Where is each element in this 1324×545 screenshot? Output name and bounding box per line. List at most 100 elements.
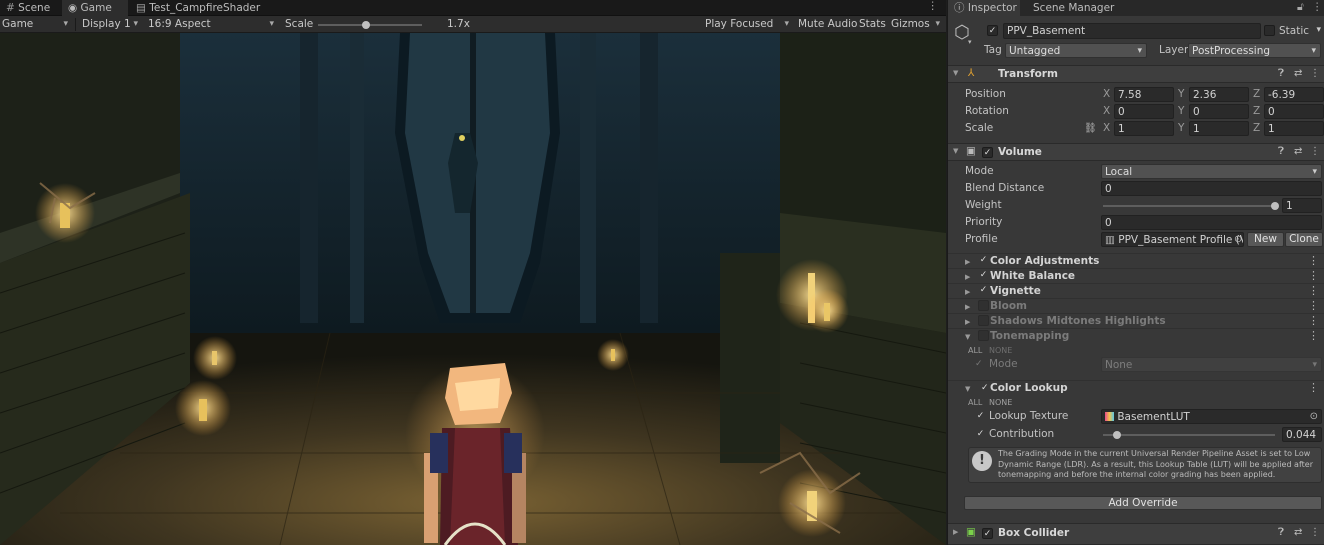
expand-arrow-icon[interactable]: ▼ [965,382,970,396]
override-item[interactable]: ▼ Tonemapping ⋮ [948,328,1324,343]
position-y-axis-label[interactable]: Y [1178,86,1184,103]
override-enabled-checkbox[interactable]: ✓ [978,285,989,296]
profile-object-field[interactable]: ▥ PPV_Basement Profile (V [1101,232,1244,247]
volume-header[interactable]: ▼ ▣ ✓ Volume ❓︎ ⇄ ⋮ [948,143,1324,161]
override-item[interactable]: ▶ Shadows Midtones Highlights ⋮ [948,313,1324,328]
preset-icon[interactable]: ⇄ [1294,527,1302,538]
volume-mode-dropdown[interactable]: Local [1101,164,1322,179]
override-item[interactable]: ▶ ✓ Vignette ⋮ [948,283,1324,298]
lookup-texture-field[interactable]: BasementLUT ⊙ [1101,409,1322,424]
tonemapping-mode-dropdown[interactable]: None ▾ [1101,357,1322,372]
override-menu-icon[interactable]: ⋮ [1308,284,1319,298]
color-lookup-enabled-check[interactable]: ✓ [981,381,989,395]
color-lookup-none-toggle[interactable]: NONE [989,398,1012,407]
rotation-x-field[interactable]: 0 [1114,104,1174,119]
tab-scene[interactable]: # Scene [0,0,56,16]
help-icon[interactable]: ❓︎ [1278,146,1284,157]
position-y-field[interactable]: 2.36 [1189,87,1249,102]
scale-x-field[interactable]: 1 [1114,121,1174,136]
add-override-button[interactable]: Add Override [964,496,1322,510]
scale-y-field[interactable]: 1 [1189,121,1249,136]
scale-z-axis-label[interactable]: Z [1253,120,1260,137]
preset-icon[interactable]: ⇄ [1294,146,1302,157]
override-item[interactable]: ▶ Bloom ⋮ [948,298,1324,313]
layer-dropdown[interactable]: PostProcessing [1188,43,1321,58]
override-enabled-checkbox[interactable] [978,300,989,311]
color-lookup-all-toggle[interactable]: ALL [968,398,982,407]
stats-button[interactable]: Stats [859,16,886,33]
collapse-arrow-icon[interactable]: ▶ [965,270,970,284]
tonemapping-all-toggle[interactable]: ALL [968,346,982,355]
contribution-slider-knob[interactable] [1112,431,1121,439]
rotation-z-axis-label[interactable]: Z [1253,103,1260,120]
new-profile-button[interactable]: New [1247,232,1284,247]
box-collider-enabled-checkbox[interactable]: ✓ [982,528,993,539]
collapse-arrow-icon[interactable]: ▼ [953,69,958,77]
component-menu-icon[interactable]: ⋮ [1310,146,1320,157]
box-collider-header[interactable]: ▶ ▣ ✓ Box Collider ❓︎ ⇄ ⋮ [948,523,1324,545]
help-icon[interactable]: ❓︎ [1278,527,1284,538]
gizmos-dropdown[interactable]: Gizmos [891,16,944,33]
contribution-field[interactable]: 0.044 [1282,427,1322,442]
priority-field[interactable]: 0 [1101,215,1322,230]
clone-profile-button[interactable]: Clone [1285,232,1323,247]
override-menu-icon[interactable]: ⋮ [1308,254,1319,268]
lock-icon[interactable]: 🔓︎ [1297,1,1304,14]
override-menu-icon[interactable]: ⋮ [1308,269,1319,283]
game-render-view[interactable] [0,33,946,545]
blend-distance-field[interactable]: 0 [1101,181,1322,196]
static-dropdown[interactable] [1315,25,1324,38]
collapse-arrow-icon[interactable]: ▶ [965,255,970,269]
collapse-arrow-icon[interactable]: ▶ [965,315,970,329]
weight-slider-knob[interactable] [1271,202,1279,210]
game-mode-dropdown[interactable]: Game [2,16,72,33]
contribution-override-check[interactable]: ✓ [975,429,986,440]
more-options-icon[interactable]: ⋮ [1312,1,1323,13]
scale-slider-knob[interactable] [361,21,370,29]
override-item[interactable]: ▶ ✓ White Balance ⋮ [948,268,1324,283]
object-picker-icon[interactable]: ⊙ [1310,410,1318,423]
expand-arrow-icon[interactable]: ▼ [965,330,970,344]
rotation-x-axis-label[interactable]: X [1103,103,1110,120]
rotation-y-field[interactable]: 0 [1189,104,1249,119]
transform-header[interactable]: ▼ ⅄ Transform ❓︎ ⇄ ⋮ [948,65,1324,83]
collapse-arrow-icon[interactable]: ▶ [953,528,958,536]
aspect-dropdown[interactable]: 16:9 Aspect [148,16,278,33]
position-x-field[interactable]: 7.58 [1114,87,1174,102]
position-z-axis-label[interactable]: Z [1253,86,1260,103]
mute-audio-button[interactable]: Mute Audio [798,16,857,33]
position-z-field[interactable]: -6.39 [1264,87,1324,102]
color-lookup-override[interactable]: ▼ ✓ Color Lookup ⋮ [948,380,1324,395]
more-options-icon[interactable]: ⋮ [928,0,939,12]
volume-enabled-checkbox[interactable]: ✓ [982,147,993,158]
rotation-y-axis-label[interactable]: Y [1178,103,1184,120]
help-icon[interactable]: ❓︎ [1278,68,1284,79]
constrain-proportions-icon[interactable]: ⛓ [1084,120,1097,137]
override-item[interactable]: ▶ ✓ Color Adjustments ⋮ [948,253,1324,268]
tag-dropdown[interactable]: Untagged [1005,43,1147,58]
override-menu-icon[interactable]: ⋮ [1308,381,1319,395]
rotation-z-field[interactable]: 0 [1264,104,1324,119]
active-checkbox[interactable]: ✓ [987,25,998,36]
lookup-texture-override-check[interactable]: ✓ [975,411,986,422]
preset-icon[interactable]: ⇄ [1294,68,1302,79]
tab-scene-manager[interactable]: Scene Manager [1027,0,1120,16]
tab-game[interactable]: ◉ Game [62,0,128,16]
tonemapping-none-toggle[interactable]: NONE [989,346,1012,355]
override-enabled-checkbox[interactable]: ✓ [978,270,989,281]
static-checkbox[interactable] [1264,25,1275,36]
override-enabled-checkbox[interactable] [978,315,989,326]
scale-y-axis-label[interactable]: Y [1178,120,1184,137]
scale-z-field[interactable]: 1 [1264,121,1324,136]
component-menu-icon[interactable]: ⋮ [1310,68,1320,79]
display-dropdown[interactable]: Display 1 [82,16,142,33]
override-enabled-checkbox[interactable] [978,330,989,341]
override-menu-icon[interactable]: ⋮ [1308,329,1319,343]
collapse-arrow-icon[interactable]: ▶ [965,285,970,299]
override-enabled-checkbox[interactable]: ✓ [978,255,989,266]
collapse-arrow-icon[interactable]: ▼ [953,147,958,155]
tab-inspector[interactable]: ⓘ Inspector [948,0,1020,16]
icon-dropdown-arrow[interactable]: ▾ [968,38,972,46]
object-name-field[interactable]: PPV_Basement [1003,23,1261,39]
collapse-arrow-icon[interactable]: ▶ [965,300,970,314]
